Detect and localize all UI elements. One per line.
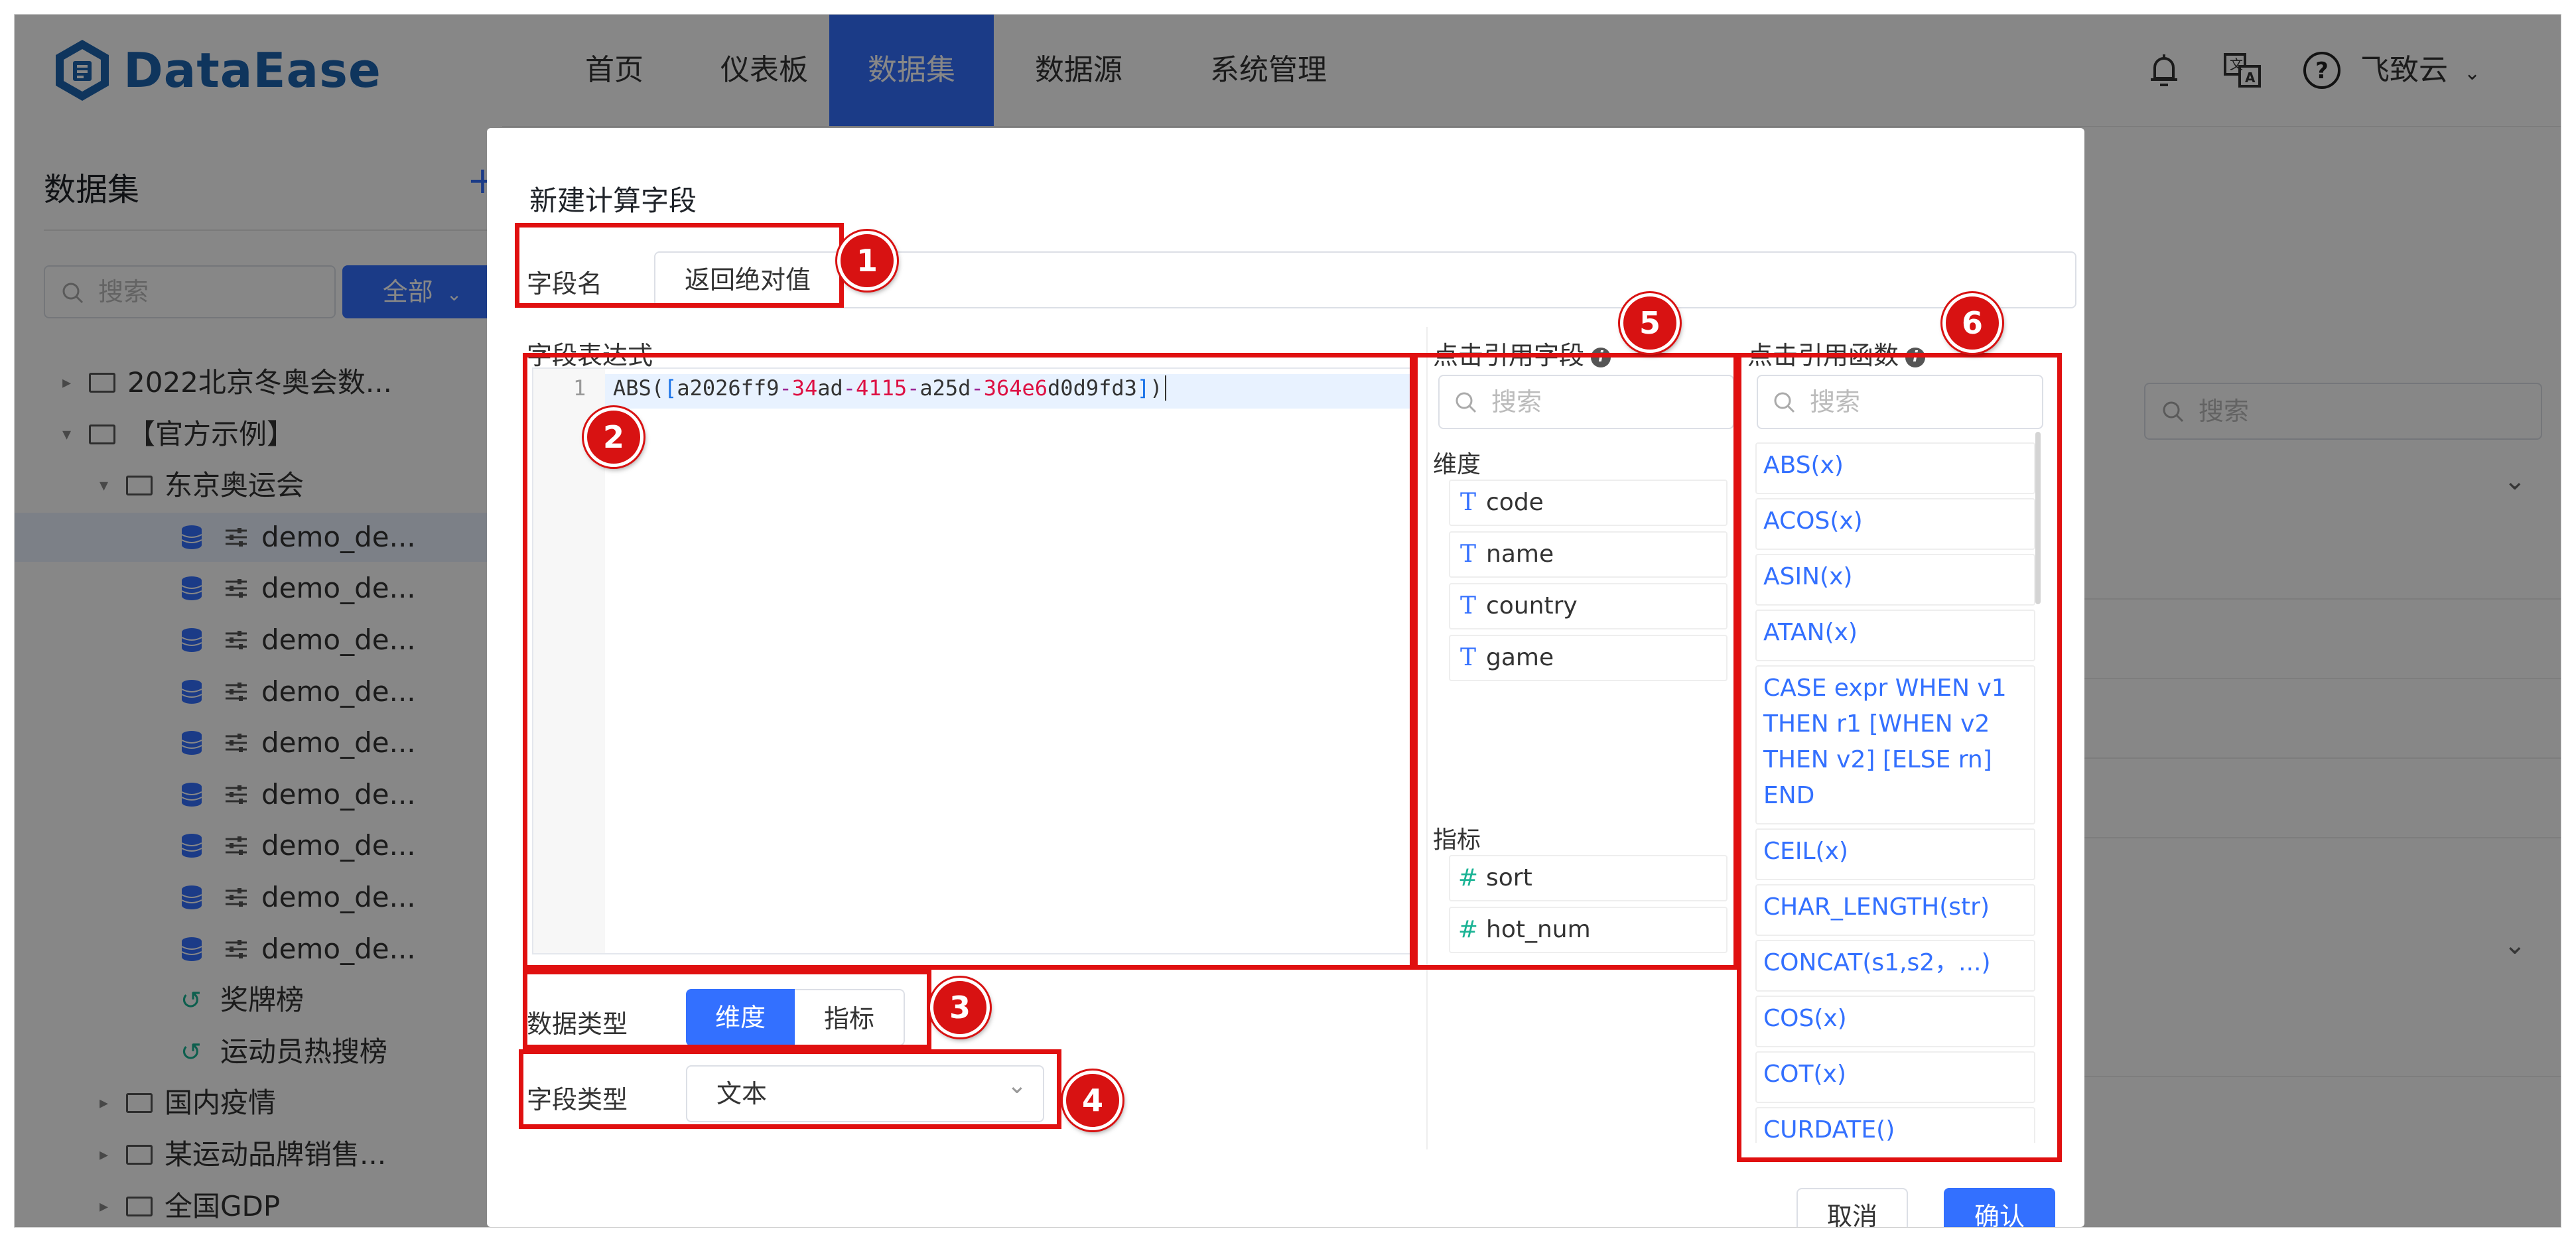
code-token: 364	[983, 375, 1022, 401]
new-calculated-field-dialog: 新建计算字段 字段名 返回绝对值 字段表达式 1 ABS([a2026ff9-3…	[487, 128, 2084, 1227]
field-label: name	[1486, 541, 1554, 568]
chevron-down-icon: ⌄	[1006, 1072, 1027, 1099]
code-token: -	[907, 375, 920, 401]
function-item[interactable]: ASIN(x)	[1755, 554, 2035, 606]
data-type-measure[interactable]: 指标	[795, 989, 905, 1046]
code-token: (	[651, 375, 665, 401]
dialog-title: 新建计算字段	[529, 184, 697, 217]
field-label: sort	[1486, 864, 1532, 891]
annotation-badge-3: 3	[930, 978, 990, 1037]
search-icon	[1456, 392, 1477, 413]
annotation-badge-5: 5	[1620, 293, 1680, 353]
dimension-field-item[interactable]: Tcode	[1449, 480, 1728, 526]
divider	[1426, 327, 1428, 1149]
annotation-badge-6: 6	[1942, 293, 2002, 353]
text-type-icon: T	[1459, 541, 1476, 568]
field-label: country	[1486, 592, 1578, 620]
field-label: code	[1486, 489, 1544, 516]
search-placeholder: 搜索	[1491, 387, 1542, 417]
code-token: ad	[817, 375, 843, 401]
function-item[interactable]: COS(x)	[1755, 996, 2035, 1047]
function-item[interactable]: COT(x)	[1755, 1051, 2035, 1103]
number-type-icon: #	[1457, 864, 1479, 891]
app-screen: DataEase 首页 仪表板 数据集 数据源 系统管理 文 A ? 飞致云 ⌄	[15, 15, 2561, 1227]
field-type-select[interactable]: 文本 ⌄	[686, 1065, 1044, 1122]
code-token: 4115	[856, 375, 908, 401]
field-type-label: 字段类型	[527, 1085, 628, 1114]
annotation-badge-1: 1	[837, 231, 897, 291]
measure-section-label: 指标	[1433, 826, 1481, 854]
function-item[interactable]: CHAR_LENGTH(str)	[1755, 884, 2035, 936]
annotation-badge-2: 2	[584, 407, 644, 467]
ref-fields-title: 点击引用字段 i	[1433, 335, 1611, 371]
field-name-label: 字段名	[527, 269, 603, 298]
ref-functions-list: ABS(x) ACOS(x) ASIN(x) ATAN(x) CASE expr WHE…	[1755, 440, 2041, 1143]
search-icon	[1774, 392, 1795, 413]
code-token: a2026ff9	[677, 375, 780, 401]
code-token: )	[1150, 375, 1163, 401]
code-token: a25d	[919, 375, 971, 401]
info-icon[interactable]: i	[1905, 347, 1926, 367]
ref-functions-title-text: 点击引用函数	[1747, 341, 1899, 370]
expression-label: 字段表达式	[527, 341, 653, 370]
text-type-icon: T	[1459, 592, 1476, 620]
dimension-section-label: 维度	[1433, 451, 1481, 478]
expression-code[interactable]: ABS([a2026ff9-34ad-4115-a25d-364e6d0d9fd…	[613, 375, 1167, 401]
function-item[interactable]: CASE expr WHEN v1 THEN r1 [WHEN v2 THEN …	[1755, 665, 2035, 824]
field-label: game	[1486, 644, 1554, 671]
code-token: -	[971, 375, 984, 401]
text-cursor	[1165, 375, 1167, 401]
function-item[interactable]: ACOS(x)	[1755, 498, 2035, 550]
code-token: d0d9fd3	[1048, 375, 1137, 401]
ref-fields-title-text: 点击引用字段	[1433, 341, 1585, 370]
data-type-dimension[interactable]: 维度	[686, 989, 795, 1046]
code-token: -	[843, 375, 856, 401]
code-token: ABS	[613, 375, 651, 401]
code-token: e6	[1022, 375, 1048, 401]
measure-field-item[interactable]: # hot_num	[1449, 907, 1728, 953]
dimension-field-item[interactable]: Tgame	[1449, 635, 1728, 681]
search-placeholder: 搜索	[1810, 387, 1861, 417]
text-type-icon: T	[1459, 489, 1476, 516]
code-token: 34	[791, 375, 818, 401]
functions-scrollbar[interactable]	[2035, 432, 2041, 604]
function-item[interactable]: CEIL(x)	[1755, 828, 2035, 880]
number-type-icon: #	[1457, 916, 1479, 943]
annotation-badge-4: 4	[1063, 1071, 1122, 1130]
ref-functions-title: 点击引用函数 i	[1747, 335, 1926, 371]
data-type-toggle[interactable]: 维度 指标	[686, 989, 905, 1046]
dimension-field-item[interactable]: Tname	[1449, 531, 1728, 578]
function-item[interactable]: CONCAT(s1,s2，...)	[1755, 940, 2035, 992]
ref-functions-search-input[interactable]: 搜索	[1757, 375, 2043, 429]
field-label: hot_num	[1486, 916, 1591, 943]
data-type-label: 数据类型	[527, 1010, 628, 1039]
code-token: ]	[1136, 375, 1150, 401]
field-type-value: 文本	[716, 1079, 768, 1108]
code-token: -	[779, 375, 792, 401]
confirm-button[interactable]: 确认	[1944, 1188, 2055, 1227]
expression-editor[interactable]: 1 ABS([a2026ff9-34ad-4115-a25d-364e6d0d9…	[532, 367, 1411, 954]
code-token: [	[664, 375, 677, 401]
field-name-value: 返回绝对值	[685, 265, 811, 294]
function-item[interactable]: ABS(x)	[1755, 442, 2035, 494]
function-item[interactable]: ATAN(x)	[1755, 610, 2035, 661]
info-icon[interactable]: i	[1591, 347, 1611, 367]
ref-fields-list: 维度 Tcode Tname Tcountry Tgame 指标 # sort # hot_…	[1433, 440, 1745, 953]
line-number: 1	[573, 375, 586, 401]
function-item[interactable]: CURDATE()	[1755, 1107, 2035, 1143]
dimension-field-item[interactable]: Tcountry	[1449, 583, 1728, 629]
measure-field-item[interactable]: # sort	[1449, 855, 1728, 901]
text-type-icon: T	[1459, 644, 1476, 671]
ref-fields-search-input[interactable]: 搜索	[1438, 375, 1734, 429]
cancel-button[interactable]: 取消	[1796, 1188, 1908, 1227]
